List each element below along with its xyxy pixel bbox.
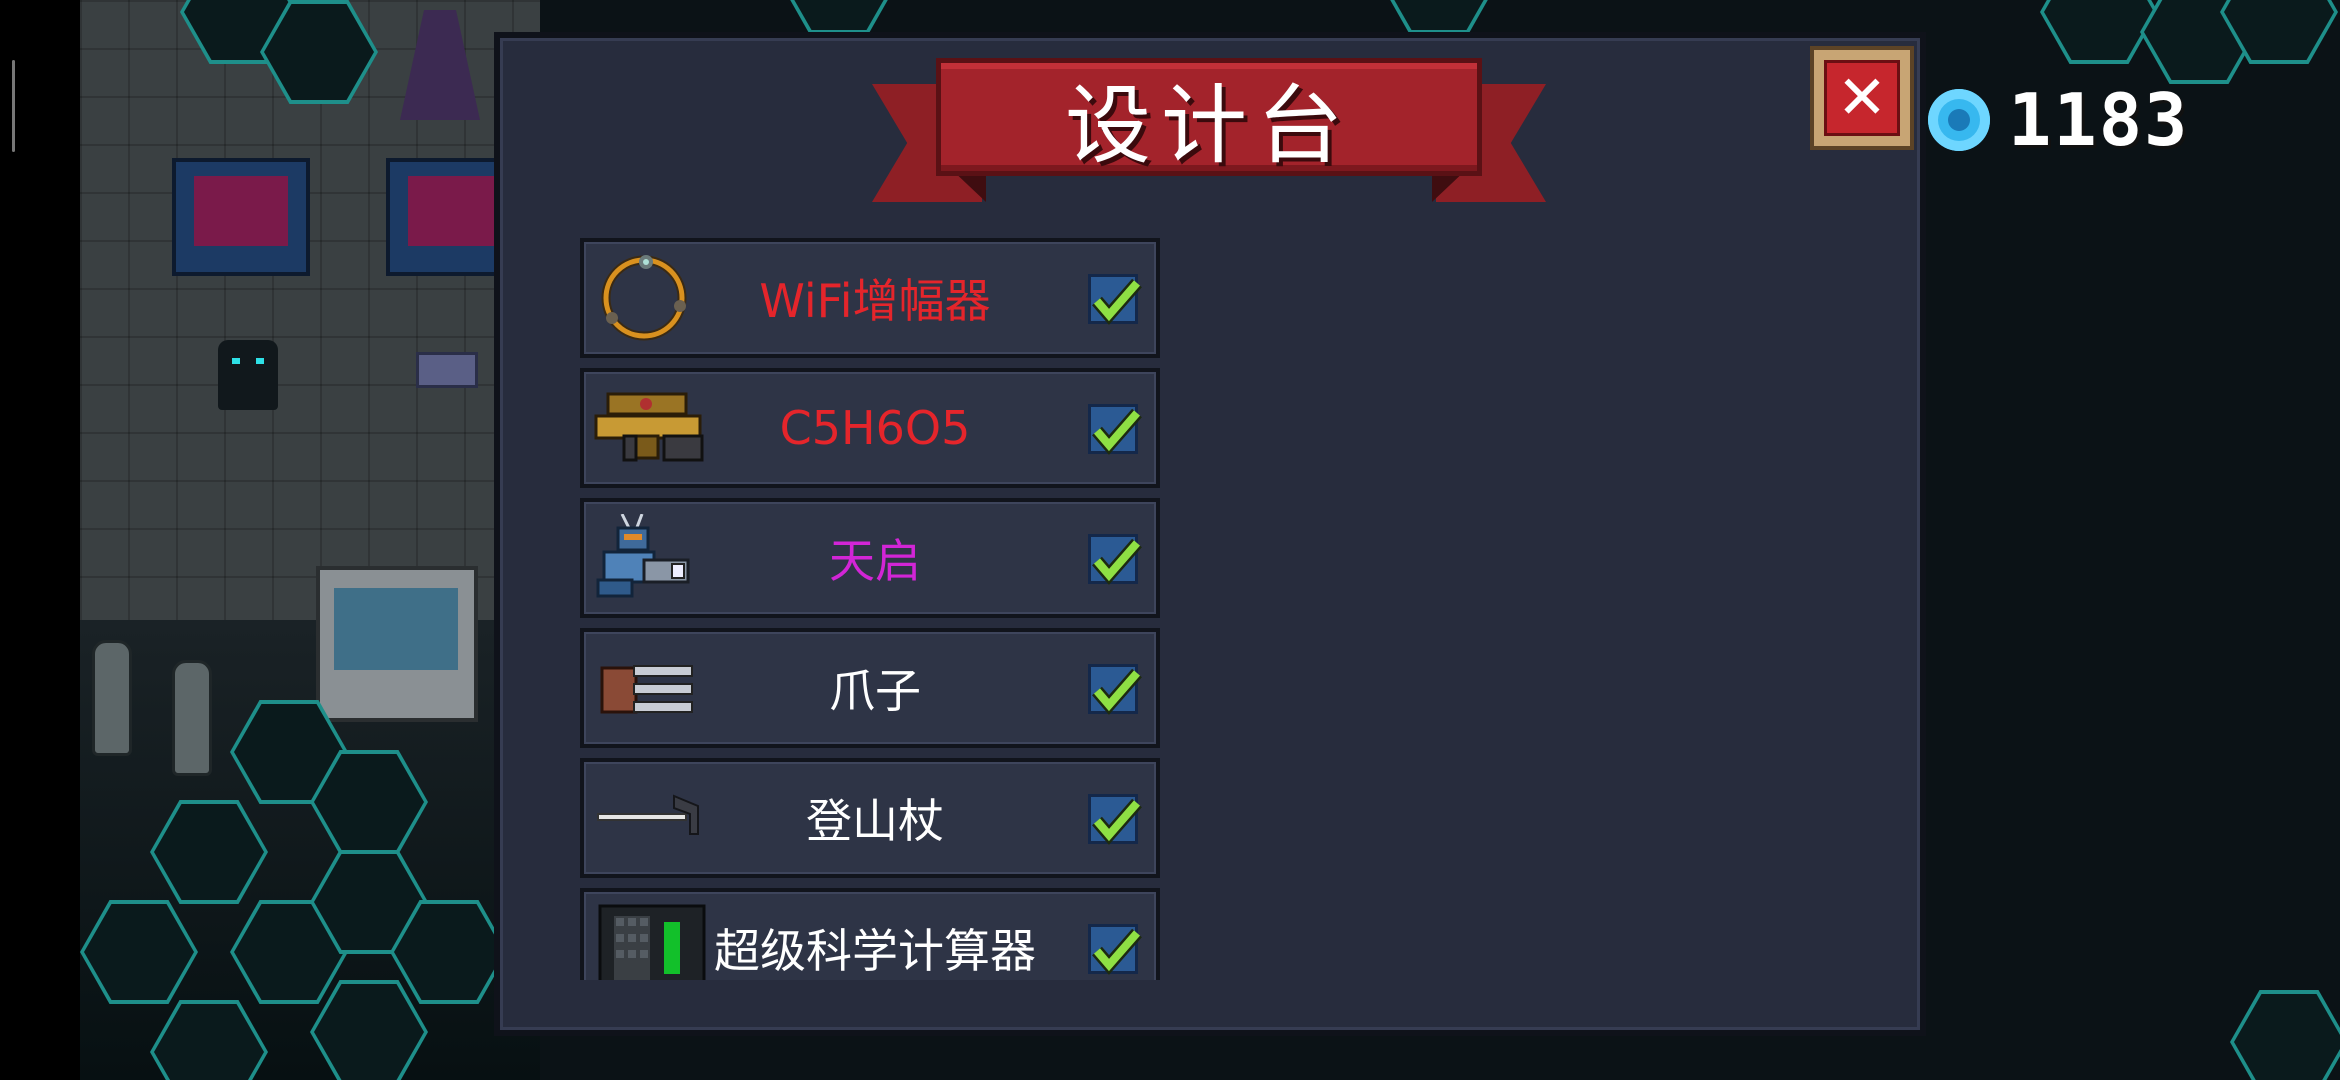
item-label: 登山杖 [806, 794, 944, 848]
check-icon [1092, 798, 1142, 845]
list-item[interactable]: 超级科学计算器 [580, 888, 1160, 980]
list-item[interactable]: 爪子 [580, 628, 1160, 748]
gem-counter: 1183 [1928, 84, 2189, 156]
gem-count: 1183 [2008, 78, 2190, 162]
item-label: WiFi增幅器 [759, 274, 991, 328]
gas-tank [172, 660, 212, 776]
list-item[interactable]: 登山杖 [580, 758, 1160, 878]
gold-blaster-icon [594, 384, 706, 472]
checkbox-checked[interactable] [1088, 534, 1142, 585]
wifi-ring-icon [594, 254, 706, 342]
claw-icon [594, 644, 706, 732]
hiking-pick-icon [594, 774, 706, 862]
title-banner: 设计台 [872, 58, 1546, 214]
checkbox-checked[interactable] [1088, 794, 1142, 845]
calculator-icon [594, 904, 706, 980]
checkbox-checked[interactable] [1088, 404, 1142, 455]
check-icon [1092, 538, 1142, 585]
item-label: C5H6O5 [779, 401, 971, 455]
item-label: 天启 [829, 534, 921, 588]
blueprint-list[interactable]: WiFi增幅器 C5H6O5 天启 爪子 登山杖 超级科学计算器 [576, 236, 1170, 980]
check-icon [1092, 278, 1142, 325]
checkbox-checked[interactable] [1088, 664, 1142, 715]
checkbox-checked[interactable] [1088, 274, 1142, 325]
ribbon-body: 设计台 [936, 58, 1482, 176]
item-label: 爪子 [829, 664, 921, 718]
hex-tile [780, 0, 898, 34]
check-icon [1092, 668, 1142, 715]
hex-tile [2230, 990, 2340, 1080]
blue-gem-icon [1928, 89, 1990, 151]
edge-indicator [12, 60, 15, 152]
list-item[interactable]: 天启 [580, 498, 1160, 618]
check-icon [1092, 928, 1142, 975]
check-icon [1092, 408, 1142, 455]
close-icon: ✕ [1824, 60, 1900, 136]
lab-monitor [316, 566, 478, 722]
checkbox-checked[interactable] [1088, 924, 1142, 975]
hex-tile [1380, 0, 1498, 34]
black-cat-pet [218, 340, 278, 410]
gas-tank [92, 640, 132, 756]
mech-rider-icon [594, 513, 706, 602]
sofa [172, 158, 310, 276]
item-label: 超级科学计算器 [714, 924, 1036, 978]
list-item[interactable]: C5H6O5 [580, 368, 1160, 488]
dropped-weapon [416, 352, 478, 388]
panel-title: 设计台 [1065, 75, 1353, 176]
close-button[interactable]: ✕ [1810, 46, 1914, 150]
list-item[interactable]: WiFi增幅器 [580, 238, 1160, 358]
